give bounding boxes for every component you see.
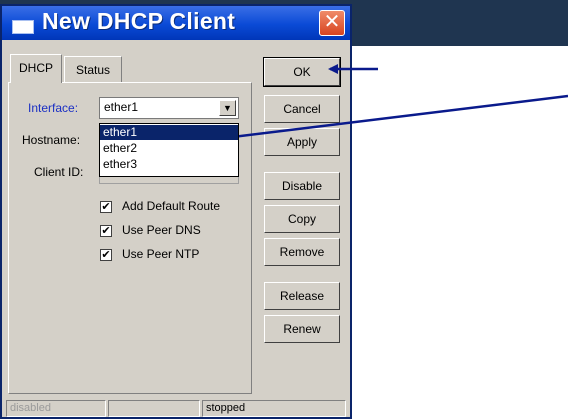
- add-default-route-label: Add Default Route: [122, 199, 221, 213]
- cancel-button[interactable]: Cancel: [264, 95, 340, 123]
- option-ether1[interactable]: ether1: [100, 125, 238, 140]
- use-peer-dns-label: Use Peer DNS: [122, 223, 201, 237]
- status-enabled-cell: disabled: [6, 400, 106, 417]
- tab-dhcp[interactable]: DHCP: [10, 54, 62, 83]
- interface-label: Interface:: [28, 101, 79, 115]
- option-ether3[interactable]: ether3: [100, 157, 238, 172]
- dhcp-client-window: New DHCP Client ✕ DHCP Status Interface:…: [0, 4, 352, 419]
- client-id-label: Client ID:: [34, 165, 84, 179]
- window-title: New DHCP Client: [42, 8, 236, 34]
- window-icon: [12, 20, 34, 34]
- use-peer-ntp-label: Use Peer NTP: [122, 247, 200, 261]
- copy-button[interactable]: Copy: [264, 205, 340, 233]
- chevron-down-icon[interactable]: ▼: [219, 100, 236, 116]
- option-ether2[interactable]: ether2: [100, 141, 238, 156]
- interface-select[interactable]: ether1 ▼: [99, 97, 239, 119]
- status-state-cell: stopped: [202, 400, 346, 417]
- tab-status[interactable]: Status: [64, 56, 122, 82]
- close-button[interactable]: ✕: [319, 10, 345, 36]
- renew-button[interactable]: Renew: [264, 315, 340, 343]
- status-middle-cell: [108, 400, 200, 417]
- close-icon: ✕: [323, 11, 341, 33]
- ok-button[interactable]: OK: [263, 57, 341, 87]
- apply-button[interactable]: Apply: [264, 128, 340, 156]
- disable-button[interactable]: Disable: [264, 172, 340, 200]
- interface-value: ether1: [104, 100, 139, 114]
- use-peer-ntp-checkbox[interactable]: ✔: [100, 249, 112, 261]
- hostname-label: Hostname:: [22, 133, 81, 147]
- use-peer-dns-checkbox[interactable]: ✔: [100, 225, 112, 237]
- interface-dropdown-list: ether1 ether2 ether3: [99, 123, 239, 177]
- remove-button[interactable]: Remove: [264, 238, 340, 266]
- add-default-route-checkbox[interactable]: ✔: [100, 201, 112, 213]
- release-button[interactable]: Release: [264, 282, 340, 310]
- title-bar[interactable]: New DHCP Client ✕: [2, 6, 350, 40]
